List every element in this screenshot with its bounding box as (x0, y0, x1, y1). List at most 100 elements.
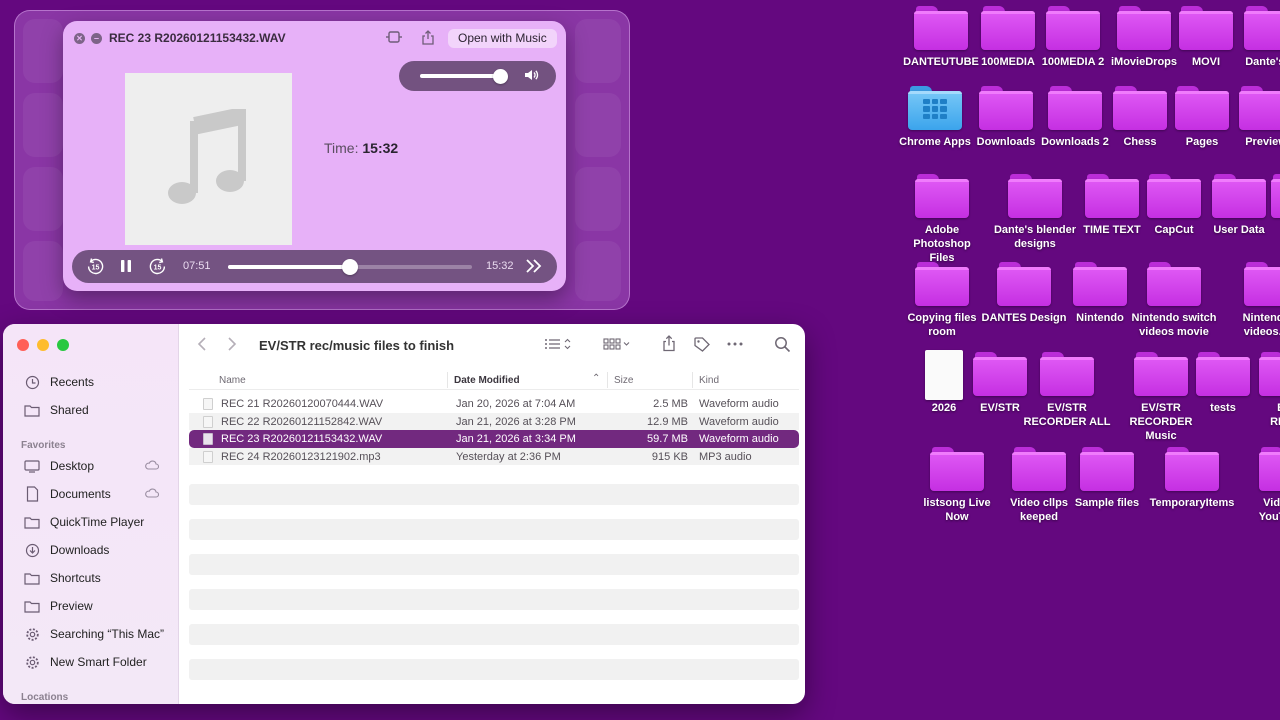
icloud-icon (144, 460, 160, 473)
zoom-window-button[interactable] (57, 339, 69, 351)
sort-chevron-icon: ⌃ (592, 373, 601, 384)
folder-icon (914, 6, 968, 50)
column-date-modified[interactable]: Date Modified (454, 375, 520, 386)
open-with-music-button[interactable]: Open with Music (448, 29, 557, 48)
sidebar-item-3[interactable]: Downloads (23, 540, 173, 560)
folder-icon (23, 514, 41, 530)
sidebar-item-6[interactable]: Searching “This Mac” (23, 624, 173, 644)
list-view-icon[interactable] (544, 337, 574, 355)
sidebar-item-shared[interactable]: Shared (23, 400, 173, 420)
folder-icon (1040, 352, 1094, 396)
folder-icon (973, 352, 1027, 396)
file-name: REC 23 R20260121153432.WAV (221, 433, 383, 445)
desktop-icon-label: Nintendo switch videos movie (1131, 312, 1217, 338)
sidebar-label: Shared (50, 403, 89, 417)
clock-icon (23, 374, 41, 390)
file-row[interactable]: REC 21 R20260120070444.WAV Jan 20, 2026 a… (189, 395, 799, 413)
desktop-icon-22[interactable]: Nintendo s videos...to (1225, 262, 1280, 339)
folder-icon (1080, 447, 1134, 491)
gear-icon (23, 626, 41, 642)
desktop-icon-21[interactable]: Nintendo switch videos movie (1128, 262, 1220, 339)
desktop-icon-33[interactable]: Video de YouTub...c (1240, 447, 1280, 524)
file-row[interactable]: REC 24 R20260123121902.mp3 Yesterday at 2… (189, 447, 799, 465)
column-kind[interactable]: Kind (699, 375, 719, 386)
desktop-icon-12[interactable]: Adobe Photoshop Files (896, 174, 988, 265)
folder-icon (1073, 262, 1127, 306)
more-icon[interactable] (726, 336, 744, 356)
sidebar-item-5[interactable]: Preview (23, 596, 173, 616)
desktop-icon-label: Video de YouTub...c (1258, 497, 1280, 523)
time-readout: Time: 15:32 (324, 140, 398, 156)
sidebar-label: Recents (50, 375, 95, 389)
forward-button[interactable] (226, 336, 238, 356)
sidebar-item-1[interactable]: Documents (23, 484, 173, 504)
back-button[interactable] (196, 336, 208, 356)
sidebar-label: Desktop (50, 459, 95, 473)
search-icon[interactable] (774, 336, 791, 357)
fast-forward-icon[interactable] (525, 258, 543, 277)
playback-controls: 15 15 07:51 15:32 (72, 250, 557, 283)
audio-file-icon (203, 415, 213, 428)
folder-icon (1239, 86, 1280, 130)
desktop-icon-11[interactable]: Preview (1220, 86, 1280, 149)
file-row[interactable]: REC 23 R20260121153432.WAV Jan 21, 2026 a… (189, 430, 799, 448)
column-size[interactable]: Size (614, 375, 633, 386)
share-icon[interactable] (421, 30, 435, 48)
folder-icon (997, 262, 1051, 306)
volume-knob[interactable] (493, 69, 509, 84)
minimize-icon[interactable]: – (91, 33, 102, 44)
file-size: 915 KB (651, 450, 688, 463)
skip-forward-seconds: 15 (154, 265, 162, 272)
folder-icon (1271, 174, 1280, 218)
file-row[interactable]: REC 22 R20260121152842.WAV Jan 21, 2026 a… (189, 412, 799, 430)
close-icon[interactable]: ✕ (74, 33, 85, 44)
desktop-icon-17[interactable]: Ca (1252, 174, 1280, 237)
sidebar-label: QuickTime Player (50, 515, 145, 529)
speaker-icon[interactable] (523, 67, 539, 86)
folder-icon (915, 262, 969, 306)
sidebar-label: Shortcuts (50, 571, 101, 585)
sidebar-item-4[interactable]: Shortcuts (23, 568, 173, 588)
desktop-icon-25[interactable]: EV/STR RECORDER ALL (1021, 352, 1113, 429)
file-kind: Waveform audio (699, 433, 779, 445)
desktop-icon-28[interactable]: EV/ RECO (1240, 352, 1280, 429)
progress-bar[interactable] (228, 259, 472, 275)
sidebar-item-0[interactable]: Desktop (23, 456, 173, 476)
desktop-icon-label: Copying files room (907, 312, 977, 338)
share-icon[interactable] (662, 335, 676, 356)
desktop-icon-label: Ca (1252, 223, 1280, 237)
desktop-icon-31[interactable]: Sample files (1061, 447, 1153, 510)
sidebar-label: Documents (50, 487, 111, 501)
sidebar-item-7[interactable]: New Smart Folder (23, 652, 173, 672)
skip-back-15-icon[interactable]: 15 (86, 257, 105, 279)
minimize-window-button[interactable] (37, 339, 49, 351)
desktop-icon-29[interactable]: listsong Live Now (911, 447, 1003, 524)
file-name: REC 21 R20260120070444.WAV (221, 398, 384, 410)
pause-icon[interactable] (119, 258, 133, 277)
column-name[interactable]: Name (219, 375, 246, 386)
desktop-icon-5[interactable]: Dante's M (1225, 6, 1280, 69)
sidebar-item-2[interactable]: QuickTime Player (23, 512, 173, 532)
file-kind: MP3 audio (699, 450, 752, 463)
file-size: 2.5 MB (653, 398, 688, 410)
desktop-icon-18[interactable]: Copying files room (896, 262, 988, 339)
volume-slider[interactable] (399, 61, 556, 91)
trim-icon[interactable] (385, 30, 403, 47)
skip-forward-15-icon[interactable]: 15 (148, 257, 167, 279)
folder-icon (1165, 447, 1219, 491)
desktop-icon-32[interactable]: TemporaryItems (1146, 447, 1238, 510)
folder-icon (1147, 262, 1201, 306)
sidebar-label: Downloads (50, 543, 110, 557)
progress-knob[interactable] (342, 259, 358, 275)
folder-icon (930, 447, 984, 491)
group-view-icon[interactable] (603, 337, 633, 355)
sidebar-label: Preview (50, 599, 93, 613)
sidebar-item-recents[interactable]: Recents (23, 372, 173, 392)
file-date: Jan 21, 2026 at 3:28 PM (456, 415, 576, 428)
audio-file-icon (203, 433, 213, 445)
file-name: REC 24 R20260123121902.mp3 (221, 450, 381, 463)
file-date: Jan 21, 2026 at 3:34 PM (456, 433, 576, 445)
gear-icon (23, 654, 41, 670)
tag-icon[interactable] (693, 336, 711, 358)
close-window-button[interactable] (17, 339, 29, 351)
